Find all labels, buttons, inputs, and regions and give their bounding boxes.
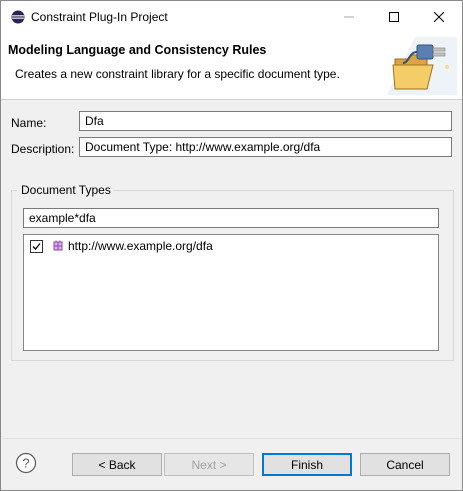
- checkmark-icon: [32, 242, 41, 250]
- name-input[interactable]: Dfa: [79, 111, 452, 131]
- page-title: Modeling Language and Consistency Rules: [8, 43, 267, 57]
- window-title: Constraint Plug-In Project: [31, 10, 168, 24]
- footer-separator: [1, 438, 462, 439]
- description-input[interactable]: Document Type: http://www.example.org/df…: [79, 137, 452, 157]
- help-icon[interactable]: ?: [15, 452, 37, 474]
- finish-button[interactable]: Finish: [262, 453, 352, 476]
- dialog-window: Constraint Plug-In Project Modeling Lang…: [0, 0, 463, 491]
- close-button[interactable]: [416, 1, 462, 33]
- list-item[interactable]: http://www.example.org/dfa: [30, 238, 213, 254]
- eclipse-app-icon: [11, 10, 25, 24]
- title-bar: Constraint Plug-In Project: [1, 1, 462, 33]
- document-types-label: Document Types: [20, 183, 112, 197]
- back-button[interactable]: < Back: [72, 453, 162, 476]
- svg-text:?: ?: [22, 456, 29, 471]
- description-label: Description:: [11, 142, 75, 156]
- document-type-filter-input[interactable]: example*dfa: [23, 208, 439, 228]
- group-border-right: [113, 190, 454, 191]
- maximize-icon: [389, 12, 399, 22]
- package-icon: [53, 240, 63, 251]
- cancel-button[interactable]: Cancel: [360, 453, 450, 476]
- minimize-button[interactable]: [326, 1, 372, 33]
- close-icon: [434, 12, 444, 22]
- minimize-icon: [344, 16, 354, 18]
- document-types-list[interactable]: http://www.example.org/dfa: [23, 234, 439, 351]
- page-description: Creates a new constraint library for a s…: [15, 67, 340, 81]
- name-label: Name:: [11, 116, 47, 130]
- item-label: http://www.example.org/dfa: [68, 239, 213, 253]
- wizard-folder-plug-icon: [387, 37, 457, 95]
- maximize-button[interactable]: [371, 1, 417, 33]
- group-border-left: [11, 190, 17, 191]
- wizard-banner: Modeling Language and Consistency Rules …: [1, 33, 462, 100]
- next-button[interactable]: Next >: [164, 453, 254, 476]
- item-checkbox[interactable]: [30, 239, 43, 253]
